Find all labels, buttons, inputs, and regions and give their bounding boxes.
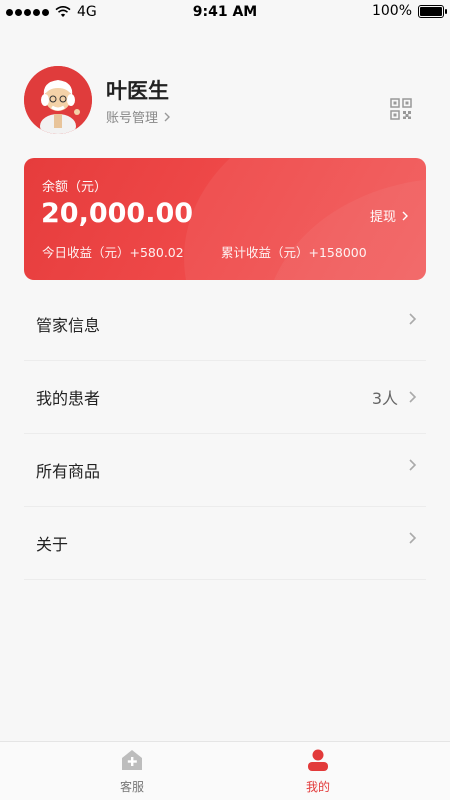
qr-code-icon[interactable] bbox=[390, 98, 412, 120]
menu-item-label: 管家信息 bbox=[36, 316, 101, 335]
menu-item-right: 3人 bbox=[372, 385, 420, 409]
profile-header: 叶医生 账号管理 bbox=[24, 66, 426, 134]
home-plus-icon bbox=[122, 750, 142, 770]
chevron-right-icon bbox=[402, 211, 408, 220]
menu-list: 管家信息 我的患者 3人 所有商品 关于 bbox=[24, 288, 426, 580]
doctor-avatar-icon bbox=[24, 66, 92, 134]
battery-icon bbox=[418, 4, 447, 18]
chevron-right-icon bbox=[409, 313, 417, 325]
menu-item-right bbox=[398, 531, 420, 545]
total-income: 累计收益（元）+158000 bbox=[221, 245, 367, 260]
balance-value: 20,000.00 bbox=[41, 198, 194, 229]
chevron-right-icon bbox=[409, 459, 417, 471]
status-bar: 4G 9:41 AM 100% bbox=[0, 0, 450, 24]
chevron-right-icon bbox=[164, 112, 171, 121]
menu-item-about[interactable]: 关于 bbox=[24, 507, 426, 580]
menu-item-right bbox=[398, 312, 420, 326]
menu-item-my-patients[interactable]: 我的患者 3人 bbox=[24, 361, 426, 434]
menu-item-right bbox=[398, 458, 420, 472]
withdraw-label: 提现 bbox=[369, 210, 396, 225]
tab-label: 我的 bbox=[305, 780, 330, 794]
battery-percent: 100% bbox=[371, 3, 412, 19]
withdraw-button[interactable]: 提现 bbox=[370, 206, 410, 225]
menu-item-butler-info[interactable]: 管家信息 bbox=[24, 288, 426, 361]
chevron-right-icon bbox=[409, 532, 417, 544]
tab-bar: 客服 我的 bbox=[0, 741, 450, 800]
menu-item-label: 我的患者 bbox=[36, 389, 101, 408]
battery-area: 100% bbox=[371, 3, 447, 19]
patient-count: 3人 bbox=[371, 389, 398, 408]
account-management-link[interactable]: 账号管理 bbox=[106, 107, 172, 126]
menu-item-label: 所有商品 bbox=[36, 462, 101, 481]
menu-item-all-products[interactable]: 所有商品 bbox=[24, 434, 426, 507]
chevron-right-icon bbox=[409, 391, 417, 403]
user-icon bbox=[308, 749, 328, 771]
wallet-card: 余额（元） 20,000.00 提现 今日收益（元）+580.02 累计收益（元… bbox=[24, 158, 426, 280]
tab-mine[interactable]: 我的 bbox=[278, 748, 358, 795]
balance-label: 余额（元） bbox=[42, 180, 108, 195]
today-income: 今日收益（元）+580.02 bbox=[42, 245, 184, 260]
menu-item-label: 关于 bbox=[36, 535, 69, 554]
tab-label: 客服 bbox=[119, 780, 144, 794]
tab-customer-service[interactable]: 客服 bbox=[92, 748, 172, 795]
account-management-label: 账号管理 bbox=[106, 111, 159, 126]
avatar[interactable] bbox=[24, 66, 92, 134]
user-name: 叶医生 bbox=[106, 79, 169, 103]
